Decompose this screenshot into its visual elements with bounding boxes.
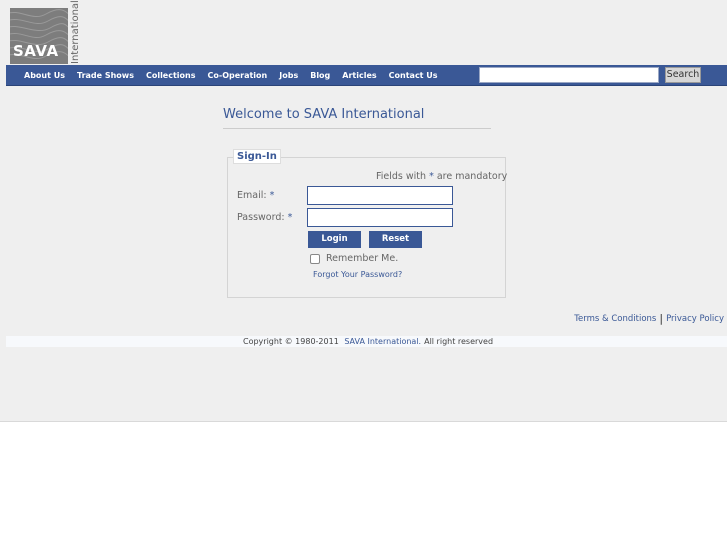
main-navbar: About Us Trade Shows Collections Co-Oper… <box>6 65 727 86</box>
logo-text: SAVA <box>13 42 59 60</box>
signin-legend: Sign-In <box>233 149 281 164</box>
page-title: Welcome to SAVA International <box>223 107 425 122</box>
email-label-text: Email: <box>237 190 267 201</box>
sava-logo[interactable]: SAVA International <box>10 0 81 64</box>
remember-me-checkbox[interactable] <box>310 254 320 264</box>
mandatory-prefix: Fields with <box>376 171 430 182</box>
title-divider <box>223 128 491 129</box>
reset-button[interactable]: Reset <box>369 231 422 248</box>
nav-item-co-operation[interactable]: Co-Operation <box>202 71 274 80</box>
search-input[interactable] <box>479 67 659 83</box>
password-required-star: * <box>287 212 293 223</box>
password-field[interactable] <box>307 208 453 227</box>
copyright-prefix: Copyright © 1980-2011 <box>243 337 339 346</box>
terms-link[interactable]: Terms & Conditions <box>574 314 656 324</box>
logo-side-text: International <box>70 0 81 64</box>
mandatory-note: Fields with * are mandatory <box>376 171 507 182</box>
copyright-brand-link[interactable]: SAVA International. <box>341 337 424 346</box>
nav-item-collections[interactable]: Collections <box>140 71 202 80</box>
nav-menu: About Us Trade Shows Collections Co-Oper… <box>18 65 444 86</box>
logo-mark: SAVA <box>10 8 68 64</box>
copyright-text: Copyright © 1980-2011 SAVA International… <box>243 336 493 347</box>
nav-item-articles[interactable]: Articles <box>336 71 382 80</box>
mandatory-suffix: are mandatory <box>433 171 508 182</box>
password-label: Password: * <box>237 212 292 223</box>
email-required-star: * <box>269 190 275 201</box>
nav-item-contact-us[interactable]: Contact Us <box>383 71 444 80</box>
nav-item-blog[interactable]: Blog <box>304 71 336 80</box>
search-button[interactable]: Search <box>665 67 701 83</box>
copyright-suffix: All right reserved <box>424 337 494 346</box>
nav-item-trade-shows[interactable]: Trade Shows <box>71 71 140 80</box>
email-field[interactable] <box>307 186 453 205</box>
footer-links: Terms & Conditions | Privacy Policy <box>574 312 724 325</box>
footer-separator: | <box>659 312 664 325</box>
email-label: Email: * <box>237 190 274 201</box>
nav-item-about-us[interactable]: About Us <box>18 71 71 80</box>
login-button[interactable]: Login <box>308 231 361 248</box>
password-label-text: Password: <box>237 212 285 223</box>
forgot-password-link[interactable]: Forgot Your Password? <box>313 270 402 279</box>
nav-item-jobs[interactable]: Jobs <box>273 71 304 80</box>
privacy-link[interactable]: Privacy Policy <box>666 314 724 324</box>
remember-me-label: Remember Me. <box>326 253 399 264</box>
